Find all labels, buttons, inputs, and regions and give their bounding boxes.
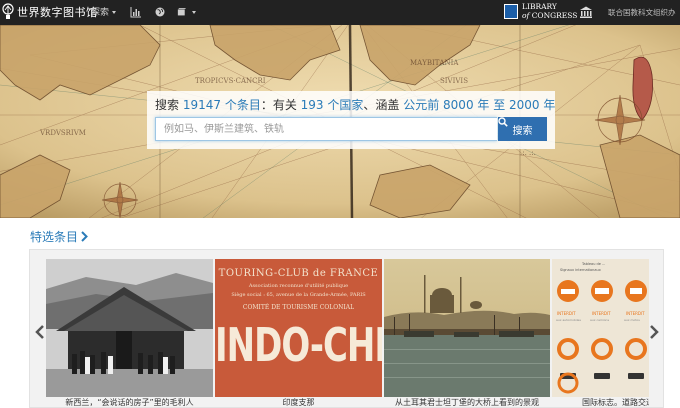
search-input[interactable] bbox=[155, 117, 497, 141]
svg-text:aux motos: aux motos bbox=[624, 318, 640, 322]
carousel-next-icon[interactable] bbox=[649, 325, 659, 339]
unesco-label[interactable]: 联合国教科文组织办 bbox=[608, 7, 676, 18]
country-count: 193 个国家 bbox=[300, 98, 364, 112]
featured-item-card[interactable]: 新西兰，“会说话的房子”里的毛利人 bbox=[46, 259, 213, 408]
search-heading: 搜索 19147 个条目：有关 193 个国家、涵盖 公元前 8000 年 至 … bbox=[155, 98, 556, 112]
books-caret-icon bbox=[192, 11, 196, 14]
featured-items-heading[interactable]: 特选条目 bbox=[30, 228, 88, 245]
featured-item-caption: 国际标志。道路交通 bbox=[582, 398, 649, 407]
explore-menu[interactable]: 探索 bbox=[91, 5, 117, 18]
maori-house-photo bbox=[46, 259, 213, 397]
search-button-label: 搜索 bbox=[512, 125, 533, 137]
svg-text:Tableau de ...: Tableau de ... bbox=[581, 262, 605, 266]
explore-label: 探索 bbox=[91, 8, 110, 18]
road-signs-chart: Tableau de ... Signaux internationaux IN… bbox=[552, 259, 649, 397]
featured-item-card[interactable]: TOURING-CLUB de FRANCE Association recon… bbox=[215, 259, 382, 408]
indochine-poster: TOURING-CLUB de FRANCE Association recon… bbox=[215, 259, 382, 397]
loc-logo-mark bbox=[504, 4, 518, 19]
svg-text:ΜΑΥΒΙΤΑΝΙΑ: ΜΑΥΒΙΤΑΝΙΑ bbox=[410, 59, 459, 67]
lightbulb-icon[interactable] bbox=[2, 2, 14, 22]
poster-title: INDO-CHINE bbox=[215, 319, 382, 373]
search-button[interactable]: 搜索 bbox=[498, 117, 547, 141]
svg-text:INTERDIT: INTERDIT bbox=[626, 311, 645, 316]
svg-text:SIVIVIS: SIVIVIS bbox=[440, 77, 468, 85]
carousel-prev-icon[interactable] bbox=[35, 325, 45, 339]
time-range: 公元前 8000 年 至 2000 年 bbox=[403, 98, 556, 112]
poster-line-2: Siège social : 65, avenue de la Grande-A… bbox=[231, 292, 366, 298]
svg-text:Signaux internationaux: Signaux internationaux bbox=[560, 268, 601, 272]
svg-text:VRDVSRIVM: VRDVSRIVM bbox=[39, 129, 86, 137]
books-icon[interactable] bbox=[177, 6, 189, 18]
poster-heading: TOURING-CLUB de FRANCE bbox=[218, 268, 379, 279]
bar-chart-icon[interactable] bbox=[130, 6, 142, 18]
search-icon bbox=[498, 117, 508, 127]
svg-text:INTERDIT: INTERDIT bbox=[592, 311, 611, 316]
svg-text:aux camions: aux camions bbox=[590, 318, 609, 322]
svg-text:aux automobiles: aux automobiles bbox=[556, 318, 581, 322]
featured-item-caption: 新西兰，“会说话的房子”里的毛利人 bbox=[65, 398, 194, 407]
featured-item-caption: 印度支那 bbox=[282, 398, 315, 407]
featured-item-card[interactable]: 从土耳其君士坦丁堡的大桥上看到的景观 bbox=[384, 259, 550, 408]
featured-item-card[interactable]: Tableau de ... Signaux internationaux IN… bbox=[552, 259, 649, 408]
site-title[interactable]: 世界数字图书馆 bbox=[17, 4, 98, 20]
chevron-right-icon bbox=[81, 231, 88, 242]
top-navbar: 世界数字图书馆 探索 LIBRARY of CONGRESS 联合国教科文组织办 bbox=[0, 0, 680, 25]
loc-line2: of CONGRESS bbox=[522, 10, 578, 20]
hero-map-banner: TROPICVS·CANCRI ΜΑΥΒΙΤΑΝΙΑ VRDVSRIVM SIV… bbox=[0, 25, 680, 218]
caret-down-icon bbox=[112, 11, 117, 14]
svg-text:TROPICVS·CANCRI: TROPICVS·CANCRI bbox=[195, 77, 266, 85]
svg-text:.:. .:.: .:. .:. bbox=[520, 149, 536, 157]
search-panel: 搜索 19147 个条目：有关 193 个国家、涵盖 公元前 8000 年 至 … bbox=[147, 91, 555, 149]
globe-icon[interactable] bbox=[154, 6, 166, 18]
poster-background: TOURING-CLUB de FRANCE Association recon… bbox=[215, 259, 382, 397]
featured-item-caption: 从土耳其君士坦丁堡的大桥上看到的景观 bbox=[395, 398, 539, 407]
poster-line-1: Association reconnue d'utilité publique bbox=[248, 283, 349, 289]
item-count: 19147 个条目 bbox=[182, 98, 261, 112]
svg-text:INTERDIT: INTERDIT bbox=[557, 311, 576, 316]
temple-icon[interactable] bbox=[579, 5, 593, 19]
constantinople-photo bbox=[384, 259, 550, 397]
poster-line-3: COMITÉ DE TOURISME COLONIAL bbox=[242, 304, 355, 311]
